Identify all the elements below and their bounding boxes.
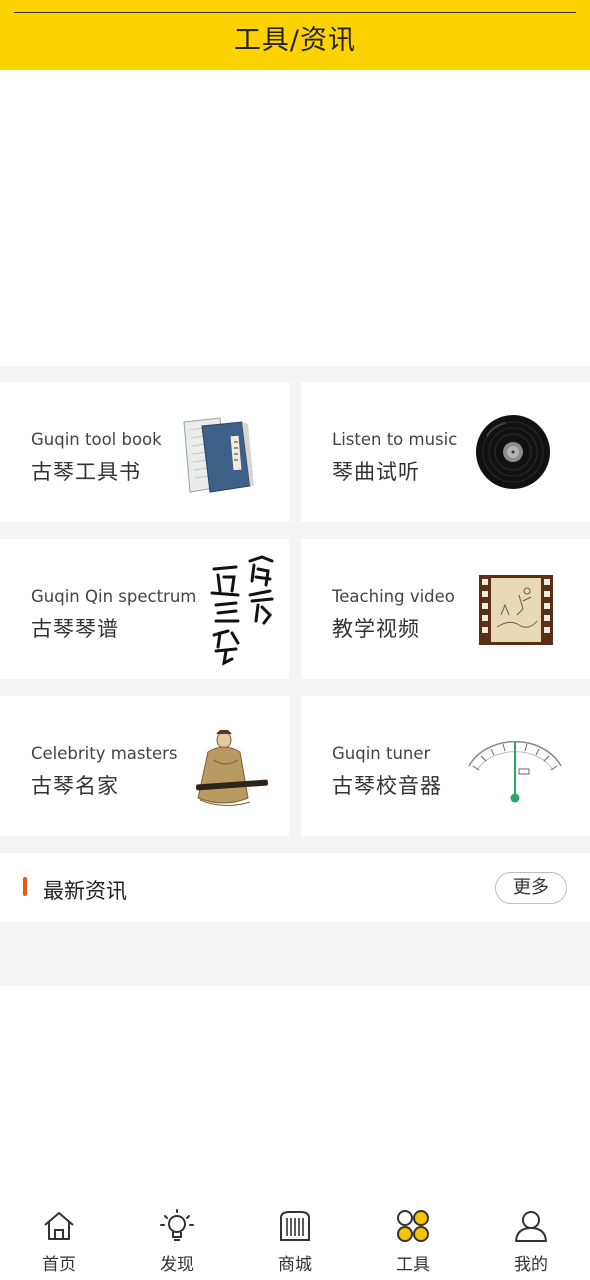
tool-card-zh-label: 琴曲试听 [332,460,420,484]
tools-grid-icon [397,1210,429,1242]
tab-label: 发现 [160,1255,194,1275]
master-figure-icon [196,730,268,806]
tool-card-guqin-tuner[interactable]: Guqin tuner 古琴校音器 [301,696,590,836]
tab-store[interactable]: 商城 [236,1196,354,1280]
tool-card-zh-label: 古琴校音器 [332,774,442,798]
news-more-button[interactable]: 更多 [495,872,567,904]
tools-grid: Guqin tool book 古琴工具书 Listen to music 琴曲… [0,366,590,853]
app-screen: 工具/资讯 Guqin tool book 古琴工具书 Listen to mu… [0,0,590,1280]
profile-icon [515,1211,547,1242]
lightbulb-icon [160,1209,194,1241]
tool-card-listen-to-music[interactable]: Listen to music 琴曲试听 [301,382,590,522]
tool-card-en-label: Guqin Qin spectrum [31,587,197,606]
tool-card-en-label: Celebrity masters [31,744,178,763]
news-accent-bar [23,877,27,896]
home-icon [44,1212,74,1240]
tool-card-zh-label: 古琴名家 [31,774,119,798]
tab-home[interactable]: 首页 [0,1196,118,1280]
news-list-placeholder [0,922,590,986]
tool-card-en-label: Teaching video [332,587,455,606]
news-section-title: 最新资讯 [43,879,127,903]
tool-card-en-label: Guqin tool book [31,430,162,449]
tab-profile[interactable]: 我的 [472,1196,590,1280]
tab-discover[interactable]: 发现 [118,1196,236,1280]
book-icon [183,417,254,493]
tool-card-en-label: Guqin tuner [332,744,431,763]
store-icon [280,1211,310,1241]
tool-card-zh-label: 古琴工具书 [31,460,141,484]
tab-label: 商城 [278,1255,312,1275]
tuner-gauge-icon [468,740,562,803]
top-header: 工具/资讯 [0,0,590,70]
tab-label: 工具 [396,1255,430,1275]
tab-label: 首页 [42,1255,76,1275]
tool-card-zh-label: 古琴琴谱 [31,617,119,641]
page-title: 工具/资讯 [233,25,357,56]
news-section-header: 最新资讯 更多 [0,853,590,922]
tab-tools[interactable]: 工具 [354,1196,472,1280]
bottom-tab-bar: 首页 发现 商城 工具 我的 [0,1196,590,1280]
vinyl-record-icon [476,415,550,489]
film-strip-icon [479,575,553,645]
calligraphy-icon [210,555,274,666]
tool-card-teaching-video[interactable]: Teaching video 教学视频 [301,539,590,679]
header-divider [14,12,576,13]
tab-label: 我的 [514,1255,548,1275]
tool-card-guqin-qin-spectrum[interactable]: Guqin Qin spectrum 古琴琴谱 [0,539,289,679]
tool-card-celebrity-masters[interactable]: Celebrity masters 古琴名家 [0,696,289,836]
tool-card-zh-label: 教学视频 [332,617,420,641]
tool-card-guqin-tool-book[interactable]: Guqin tool book 古琴工具书 [0,382,289,522]
tool-card-en-label: Listen to music [332,430,458,449]
banner-area [0,70,590,366]
